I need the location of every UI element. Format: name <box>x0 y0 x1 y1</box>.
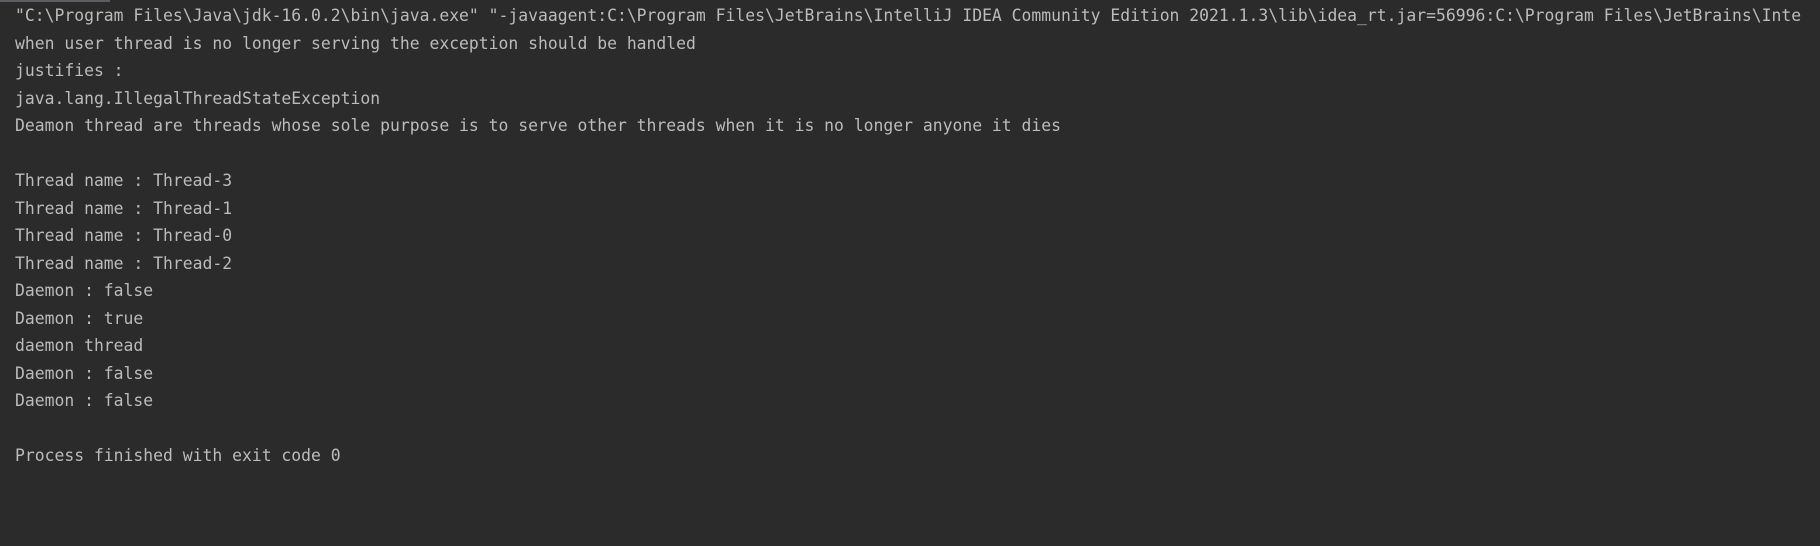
console-lines: "C:\Program Files\Java\jdk-16.0.2\bin\ja… <box>15 2 1820 470</box>
run-console-output[interactable]: "C:\Program Files\Java\jdk-16.0.2\bin\ja… <box>0 0 1820 546</box>
console-line: daemon thread <box>15 336 144 355</box>
console-line-exit-status: Process finished with exit code 0 <box>15 446 341 465</box>
console-line: Thread name : Thread-3 <box>15 171 233 190</box>
console-line: when user thread is no longer serving th… <box>15 33 696 53</box>
console-line-exception: java.lang.IllegalThreadStateException <box>15 88 381 108</box>
console-line: Deamon thread are threads whose sole pur… <box>15 116 1062 135</box>
console-line: Thread name : Thread-0 <box>15 226 233 245</box>
console-line: Daemon : false <box>15 391 154 410</box>
console-line: justifies : <box>15 61 124 80</box>
console-line: Daemon : true <box>15 308 144 328</box>
console-line-command: "C:\Program Files\Java\jdk-16.0.2\bin\ja… <box>15 6 1802 25</box>
console-line: Daemon : false <box>15 281 154 300</box>
console-line: Thread name : Thread-1 <box>15 198 233 218</box>
console-line: Thread name : Thread-2 <box>15 253 233 273</box>
console-line: Daemon : false <box>15 363 154 383</box>
